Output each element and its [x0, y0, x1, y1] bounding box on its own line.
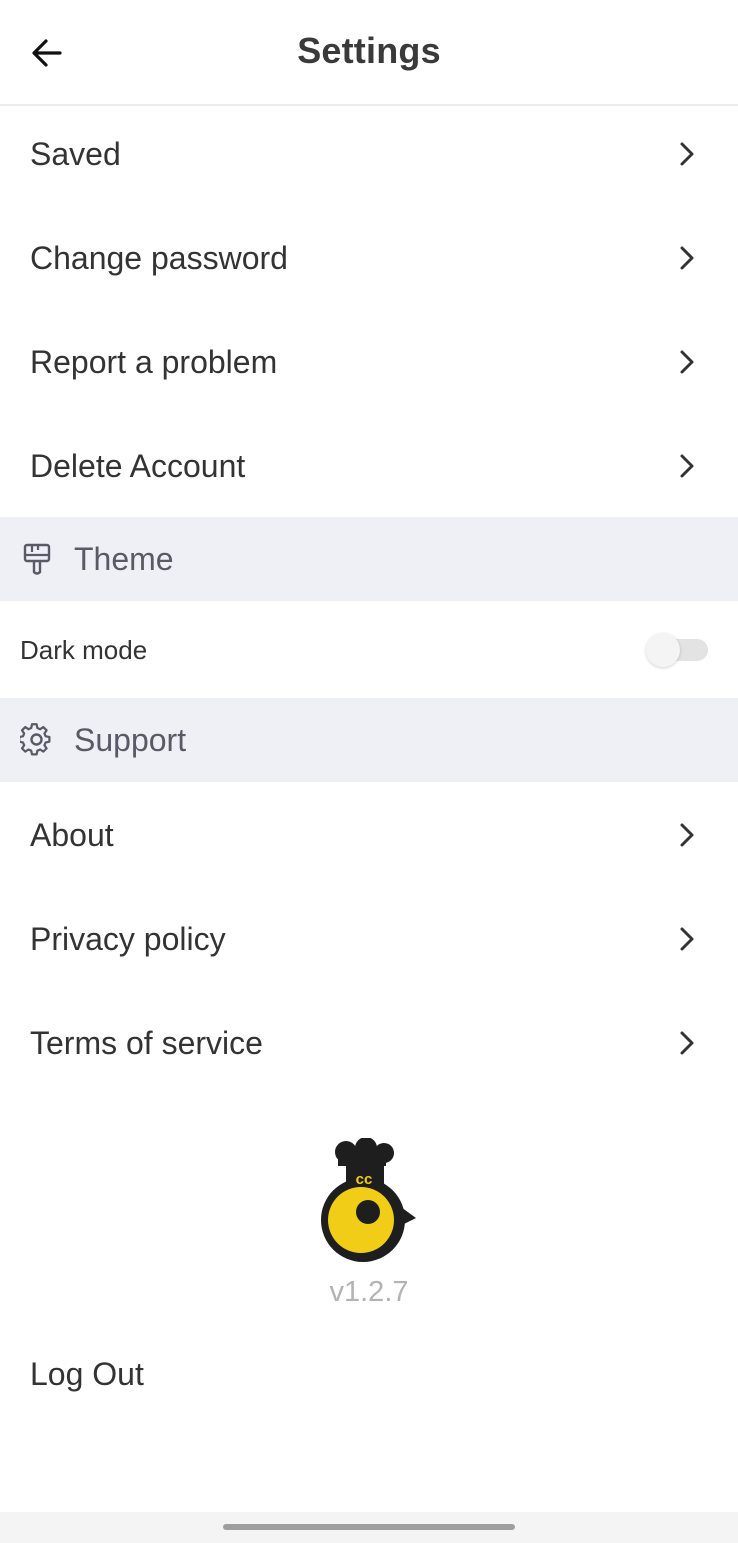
menu-item-change-password[interactable]: Change password — [0, 206, 738, 310]
menu-item-label: Delete Account — [30, 447, 246, 484]
chevron-right-icon — [676, 454, 698, 478]
toggle-thumb — [646, 633, 680, 667]
app-logo: cc — [321, 1138, 416, 1262]
settings-screen: Settings Saved Change password Report a … — [0, 0, 738, 1543]
top-app-bar: Settings — [0, 0, 738, 106]
menu-item-label: Change password — [30, 239, 288, 276]
logout-button[interactable]: Log Out — [30, 1356, 144, 1393]
app-version: v1.2.7 — [329, 1276, 409, 1308]
gear-icon — [20, 723, 54, 757]
menu-item-terms-of-service[interactable]: Terms of service — [0, 991, 738, 1095]
menu-item-label: Terms of service — [30, 1024, 263, 1061]
menu-item-privacy-policy[interactable]: Privacy policy — [0, 887, 738, 991]
chevron-right-icon — [676, 350, 698, 374]
chevron-right-icon — [676, 927, 698, 951]
home-indicator[interactable] — [223, 1524, 515, 1530]
chevron-right-icon — [676, 1031, 698, 1055]
section-label: Theme — [74, 540, 174, 577]
chevron-right-icon — [676, 823, 698, 847]
menu-item-about[interactable]: About — [0, 783, 738, 887]
menu-item-saved[interactable]: Saved — [0, 102, 738, 206]
logo-monogram: cc — [356, 1171, 373, 1188]
section-header-support: Support — [0, 698, 738, 782]
chevron-right-icon — [676, 246, 698, 270]
page-title: Settings — [297, 30, 441, 71]
menu-item-delete-account[interactable]: Delete Account — [0, 414, 738, 518]
dark-mode-toggle[interactable] — [646, 633, 708, 667]
menu-item-report-problem[interactable]: Report a problem — [0, 310, 738, 414]
section-header-theme: Theme — [0, 517, 738, 601]
paint-brush-icon — [20, 542, 54, 576]
menu-item-label: Report a problem — [30, 343, 278, 380]
chevron-right-icon — [676, 142, 698, 166]
dark-mode-row: Dark mode — [0, 601, 738, 697]
menu-item-label: Privacy policy — [30, 920, 226, 957]
menu-item-label: About — [30, 816, 114, 853]
section-label: Support — [74, 721, 187, 758]
menu-item-label: Saved — [30, 135, 121, 172]
dark-mode-label: Dark mode — [20, 635, 148, 665]
